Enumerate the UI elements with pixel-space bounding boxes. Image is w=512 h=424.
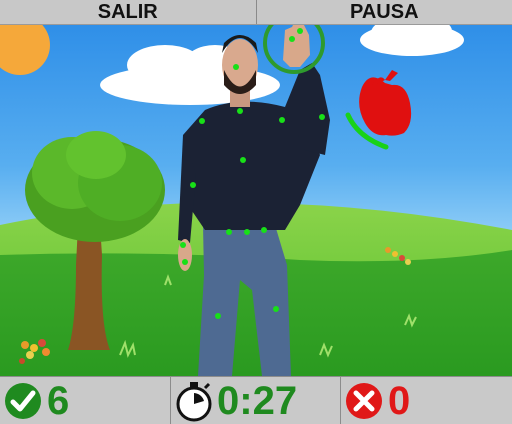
cloud-2	[360, 25, 464, 56]
misses-value: 0	[388, 378, 411, 423]
timer-value: 0:27	[217, 378, 298, 423]
check-circle-icon	[5, 382, 41, 419]
exit-button[interactable]: SALIR	[0, 0, 257, 24]
apple-icon	[359, 70, 412, 136]
hits-value: 6	[47, 378, 70, 423]
bottom-status-bar: 6 0:27 0	[0, 376, 512, 424]
hits-counter: 6	[0, 377, 170, 424]
x-circle-icon	[346, 382, 382, 419]
game-scene	[0, 25, 512, 376]
timer: 0:27	[170, 377, 340, 424]
top-bar: SALIR PAUSA	[0, 0, 512, 25]
misses-counter: 0	[340, 377, 512, 424]
pause-button[interactable]: PAUSA	[257, 0, 512, 24]
game-screen: SALIR PAUSA 6 0:27 0	[0, 0, 512, 424]
stopwatch-icon	[176, 381, 212, 421]
sun	[0, 25, 50, 75]
scene-illustration	[0, 25, 512, 376]
